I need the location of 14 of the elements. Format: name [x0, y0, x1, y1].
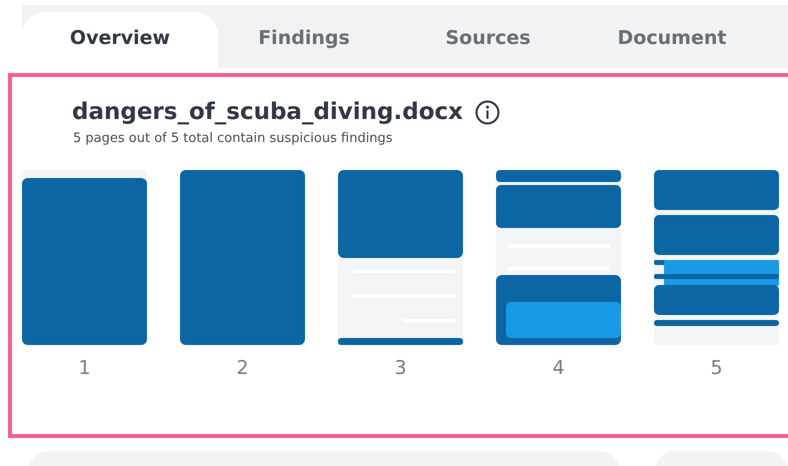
page-thumbnail-drawing[interactable]: [338, 170, 463, 345]
document-title: dangers_of_scuba_diving.docx: [72, 99, 463, 125]
info-icon[interactable]: [474, 100, 500, 124]
page-thumbnail-drawing[interactable]: [496, 170, 621, 345]
page-thumbnail-drawing[interactable]: [654, 170, 779, 345]
page-number: 3: [394, 357, 407, 379]
page-number: 2: [236, 357, 249, 379]
tab[interactable]: Overview: [22, 12, 218, 68]
page-number: 5: [710, 357, 723, 379]
page-thumbnail-drawing[interactable]: [180, 170, 305, 345]
page-thumbnail-drawing[interactable]: [22, 170, 147, 345]
page-number: 1: [78, 357, 91, 379]
page-number: 4: [552, 357, 565, 379]
findings-summary: 5 pages out of 5 total contain suspicious findings: [72, 130, 394, 146]
